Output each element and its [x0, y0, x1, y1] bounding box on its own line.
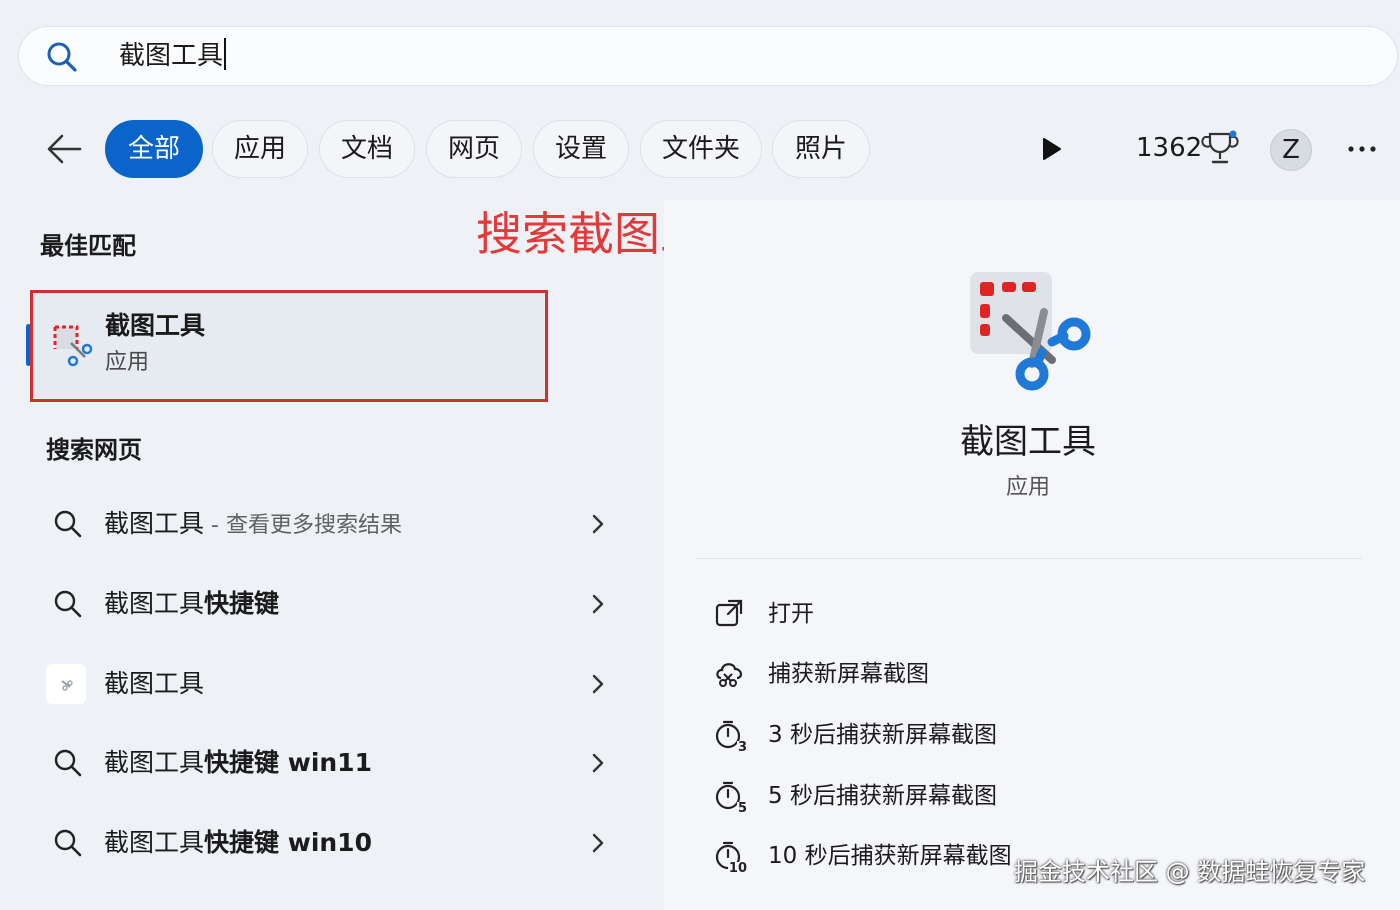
timer-digit: 10: [727, 861, 748, 876]
web-search-item[interactable]: 截图工具 - 查看更多搜索结果: [40, 492, 620, 556]
action-label: 3 秒后捕获新屏幕截图: [768, 722, 997, 748]
action-label: 5 秒后捕获新屏幕截图: [768, 783, 997, 809]
web-search-query: 截图工具: [104, 589, 205, 618]
search-icon: [54, 590, 82, 618]
details-divider: [696, 558, 1362, 559]
web-search-item-text: 截图工具 - 查看更多搜索结果: [104, 504, 402, 546]
web-search-item-text: 截图工具快捷键 win10: [104, 823, 372, 863]
chevron-right-icon[interactable]: [588, 510, 608, 538]
filter-folders[interactable]: 文件夹: [640, 120, 762, 178]
timer-5-icon: 5: [712, 778, 748, 816]
timer-3-icon: 3: [712, 717, 748, 755]
web-search-query: 截图工具: [104, 828, 205, 857]
web-search-suggestion: 快捷键 win10: [204, 828, 372, 857]
filter-documents[interactable]: 文档: [319, 120, 415, 178]
best-match-result[interactable]: 截图工具 应用: [30, 290, 548, 402]
web-search-item[interactable]: 截图工具快捷键: [40, 572, 620, 636]
open-external-icon: [712, 596, 746, 630]
web-search-title: 搜索网页: [46, 436, 142, 464]
detail-app-name: 截图工具: [960, 422, 1096, 462]
filter-photos[interactable]: 照片: [772, 120, 870, 178]
action-label: 10 秒后捕获新屏幕截图: [768, 843, 1012, 869]
chevron-right-icon[interactable]: [588, 829, 608, 857]
web-search-item-text: 截图工具: [104, 664, 204, 704]
action-item[interactable]: 3 3 秒后捕获新屏幕截图: [712, 711, 1352, 759]
web-search-item-text: 截图工具快捷键: [104, 584, 279, 624]
web-search-query: 截图工具: [104, 669, 205, 698]
web-search-item[interactable]: 截图工具快捷键 win11: [40, 731, 620, 795]
text-caret: [224, 38, 227, 70]
web-search-suggestion: 快捷键: [204, 589, 280, 618]
best-match-app-name: 截图工具: [105, 311, 206, 340]
chevron-right-icon[interactable]: [588, 590, 608, 618]
web-search-item[interactable]: 截图工具: [40, 652, 620, 716]
snipping-tool-large-icon: [970, 272, 1091, 391]
timer-digit: 5: [736, 801, 748, 816]
watermark: 掘金技术社区 @ 数据蛙恢复专家: [1014, 858, 1366, 886]
more-options-icon[interactable]: [1342, 133, 1382, 165]
web-search-query: 截图工具: [104, 748, 205, 777]
best-match-title: 最佳匹配: [40, 232, 136, 260]
timer-digit: 3: [736, 740, 748, 755]
play-icon[interactable]: [1036, 134, 1066, 164]
web-search-item[interactable]: 截图工具快捷键 win10: [40, 811, 620, 875]
detail-app-type: 应用: [1005, 475, 1050, 500]
rewards-points[interactable]: 1362: [1136, 128, 1202, 168]
filter-web[interactable]: 网页: [426, 120, 522, 178]
chevron-right-icon[interactable]: [588, 749, 608, 777]
search-icon: [47, 42, 77, 72]
search-input[interactable]: 截图工具: [119, 38, 227, 74]
chevron-right-icon[interactable]: [588, 670, 608, 698]
filter-settings[interactable]: 设置: [533, 120, 629, 178]
web-search-more-results: - 查看更多搜索结果: [204, 513, 402, 538]
web-search-query: 截图工具: [104, 509, 205, 538]
web-search-item-text: 截图工具快捷键 win11: [104, 743, 372, 783]
app-thumbnail-icon: [46, 664, 86, 704]
trophy-icon[interactable]: [1200, 128, 1240, 168]
search-icon: [54, 829, 82, 857]
action-item[interactable]: 打开: [712, 590, 1352, 638]
timer-10-icon: 10: [712, 838, 748, 876]
web-search-suggestion: 快捷键 win11: [204, 748, 372, 777]
search-query: 截图工具: [119, 41, 224, 71]
user-avatar[interactable]: Z: [1270, 129, 1312, 171]
filter-all[interactable]: 全部: [105, 120, 203, 178]
capture-icon: [712, 656, 746, 690]
back-arrow-icon[interactable]: [40, 128, 88, 170]
search-icon: [54, 510, 82, 538]
best-match-app-type: 应用: [105, 350, 150, 375]
action-label: 打开: [768, 601, 814, 627]
action-label: 捕获新屏幕截图: [768, 661, 929, 687]
action-item[interactable]: 捕获新屏幕截图: [712, 650, 1352, 698]
search-box[interactable]: 截图工具: [18, 26, 1398, 86]
snipping-tool-icon: [53, 325, 93, 367]
action-item[interactable]: 5 5 秒后捕获新屏幕截图: [712, 772, 1352, 820]
search-icon: [54, 749, 82, 777]
filter-apps[interactable]: 应用: [212, 120, 308, 178]
